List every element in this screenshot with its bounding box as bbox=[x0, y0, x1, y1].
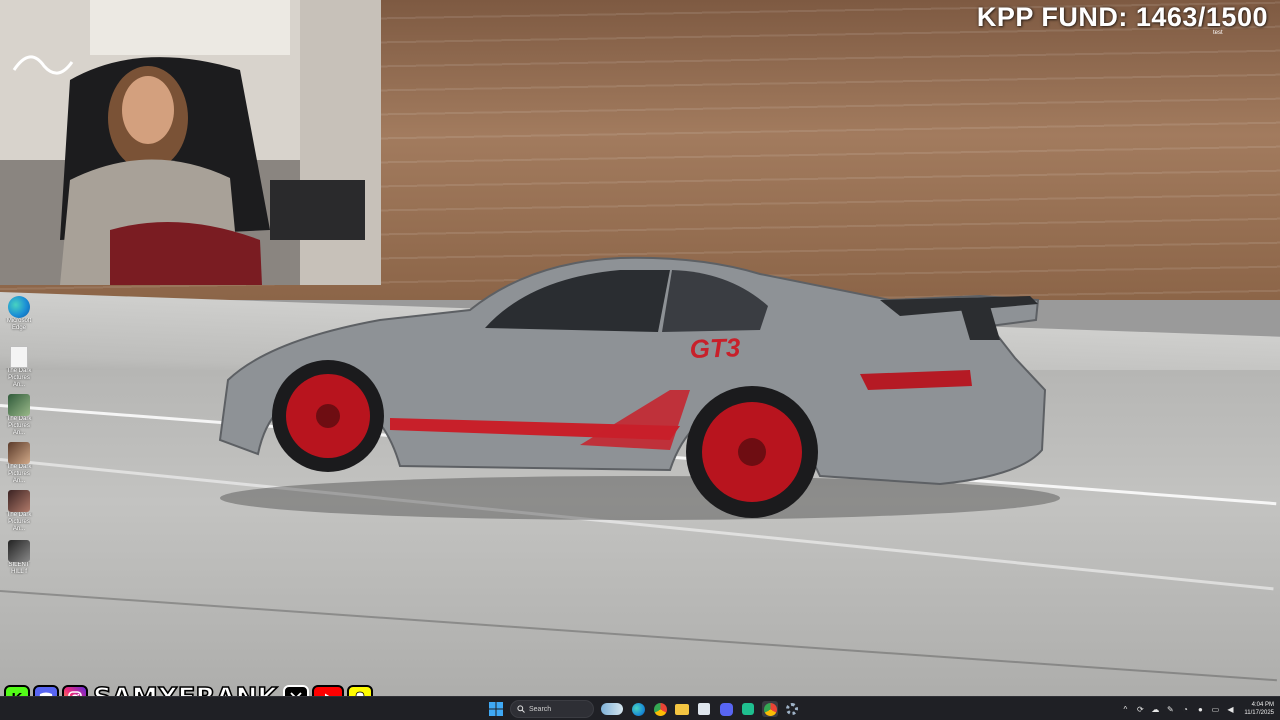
network-icon[interactable]: ☁ bbox=[1150, 704, 1160, 714]
start-icon bbox=[489, 702, 503, 716]
search-icon bbox=[517, 705, 525, 713]
taskbar-apps: Search bbox=[488, 699, 800, 719]
pen-icon[interactable]: ✎ bbox=[1165, 704, 1175, 714]
clock-time: 4:04 PM bbox=[1251, 702, 1274, 708]
fund-sub-label: test bbox=[1213, 30, 1223, 36]
svg-text:GT3: GT3 bbox=[689, 332, 741, 364]
chrome-icon bbox=[763, 702, 777, 716]
edge-icon bbox=[631, 702, 645, 716]
taskbar: Search ^ ⟳ ☁ ✎ ◔ ● ▭ ◀ 4:04 PM 11/17/202… bbox=[0, 696, 1280, 720]
wifi-icon[interactable]: ◔ bbox=[1180, 704, 1190, 714]
webcam-feed bbox=[0, 0, 381, 285]
start-button[interactable] bbox=[488, 701, 504, 717]
system-tray: ^ ⟳ ☁ ✎ ◔ ● ▭ ◀ 4:04 PM 11/17/2025 bbox=[1120, 699, 1274, 719]
taskbar-clock[interactable]: 4:04 PM 11/17/2025 bbox=[1244, 701, 1274, 717]
desktop-icon-label: SILENT HILL f bbox=[8, 562, 30, 575]
widgets-button[interactable] bbox=[600, 701, 624, 717]
desktop-icon-file[interactable]: The Dark Pictures An... bbox=[2, 346, 36, 389]
desktop-icon-label: Microsoft Edge bbox=[6, 318, 32, 331]
desktop-icon-label: The Dark Pictures An... bbox=[6, 368, 32, 388]
taskbar-app[interactable] bbox=[740, 701, 756, 717]
chevron-up-icon[interactable]: ^ bbox=[1120, 704, 1130, 714]
file-explorer-icon bbox=[675, 703, 689, 715]
desktop-icon-edge[interactable]: Microsoft Edge bbox=[2, 296, 36, 332]
desktop-icon-game[interactable]: SILENT HILL f bbox=[2, 540, 36, 576]
desktop-icon-game[interactable]: The Dark Pictures An... bbox=[2, 394, 36, 437]
taskbar-search[interactable]: Search bbox=[510, 700, 594, 718]
game-icon bbox=[8, 540, 30, 562]
clock-date: 11/17/2025 bbox=[1244, 710, 1274, 716]
taskbar-chrome-2[interactable] bbox=[762, 701, 778, 717]
search-placeholder: Search bbox=[529, 705, 552, 713]
game-icon bbox=[8, 394, 30, 416]
rear-wheel bbox=[686, 386, 818, 518]
car-image: GT3 bbox=[218, 256, 1060, 520]
sync-icon[interactable]: ⟳ bbox=[1135, 704, 1145, 714]
taskbar-discord[interactable] bbox=[718, 701, 734, 717]
game-icon bbox=[8, 442, 30, 464]
edge-icon bbox=[8, 296, 30, 318]
app-icon bbox=[742, 703, 754, 715]
taskbar-edge[interactable] bbox=[630, 701, 646, 717]
store-icon bbox=[698, 703, 710, 715]
desktop-icon-game[interactable]: The Dark Pictures An... bbox=[2, 490, 36, 533]
desktop-icon-label: The Dark Pictures An... bbox=[6, 416, 32, 436]
game-icon bbox=[8, 490, 30, 512]
webcam-scene bbox=[0, 0, 381, 285]
desktop-icon-label: The Dark Pictures An... bbox=[6, 512, 32, 532]
discord-icon bbox=[719, 702, 733, 716]
file-icon bbox=[10, 346, 28, 368]
settings-icon bbox=[786, 703, 798, 715]
taskbar-chrome[interactable] bbox=[652, 701, 668, 717]
front-wheel bbox=[272, 360, 384, 472]
display-icon[interactable]: ▭ bbox=[1210, 704, 1220, 714]
microphone-icon[interactable]: ● bbox=[1195, 704, 1205, 714]
taskbar-settings[interactable] bbox=[784, 701, 800, 717]
desktop-icon-label: The Dark Pictures An... bbox=[6, 464, 32, 484]
fund-counter: KPP FUND: 1463/1500 bbox=[976, 2, 1268, 32]
taskbar-store[interactable] bbox=[696, 701, 712, 717]
chrome-icon bbox=[653, 702, 667, 716]
widgets-icon bbox=[601, 703, 623, 715]
volume-icon[interactable]: ◀ bbox=[1225, 704, 1235, 714]
desktop-icon-game[interactable]: The Dark Pictures An... bbox=[2, 442, 36, 485]
taskbar-file-explorer[interactable] bbox=[674, 701, 690, 717]
